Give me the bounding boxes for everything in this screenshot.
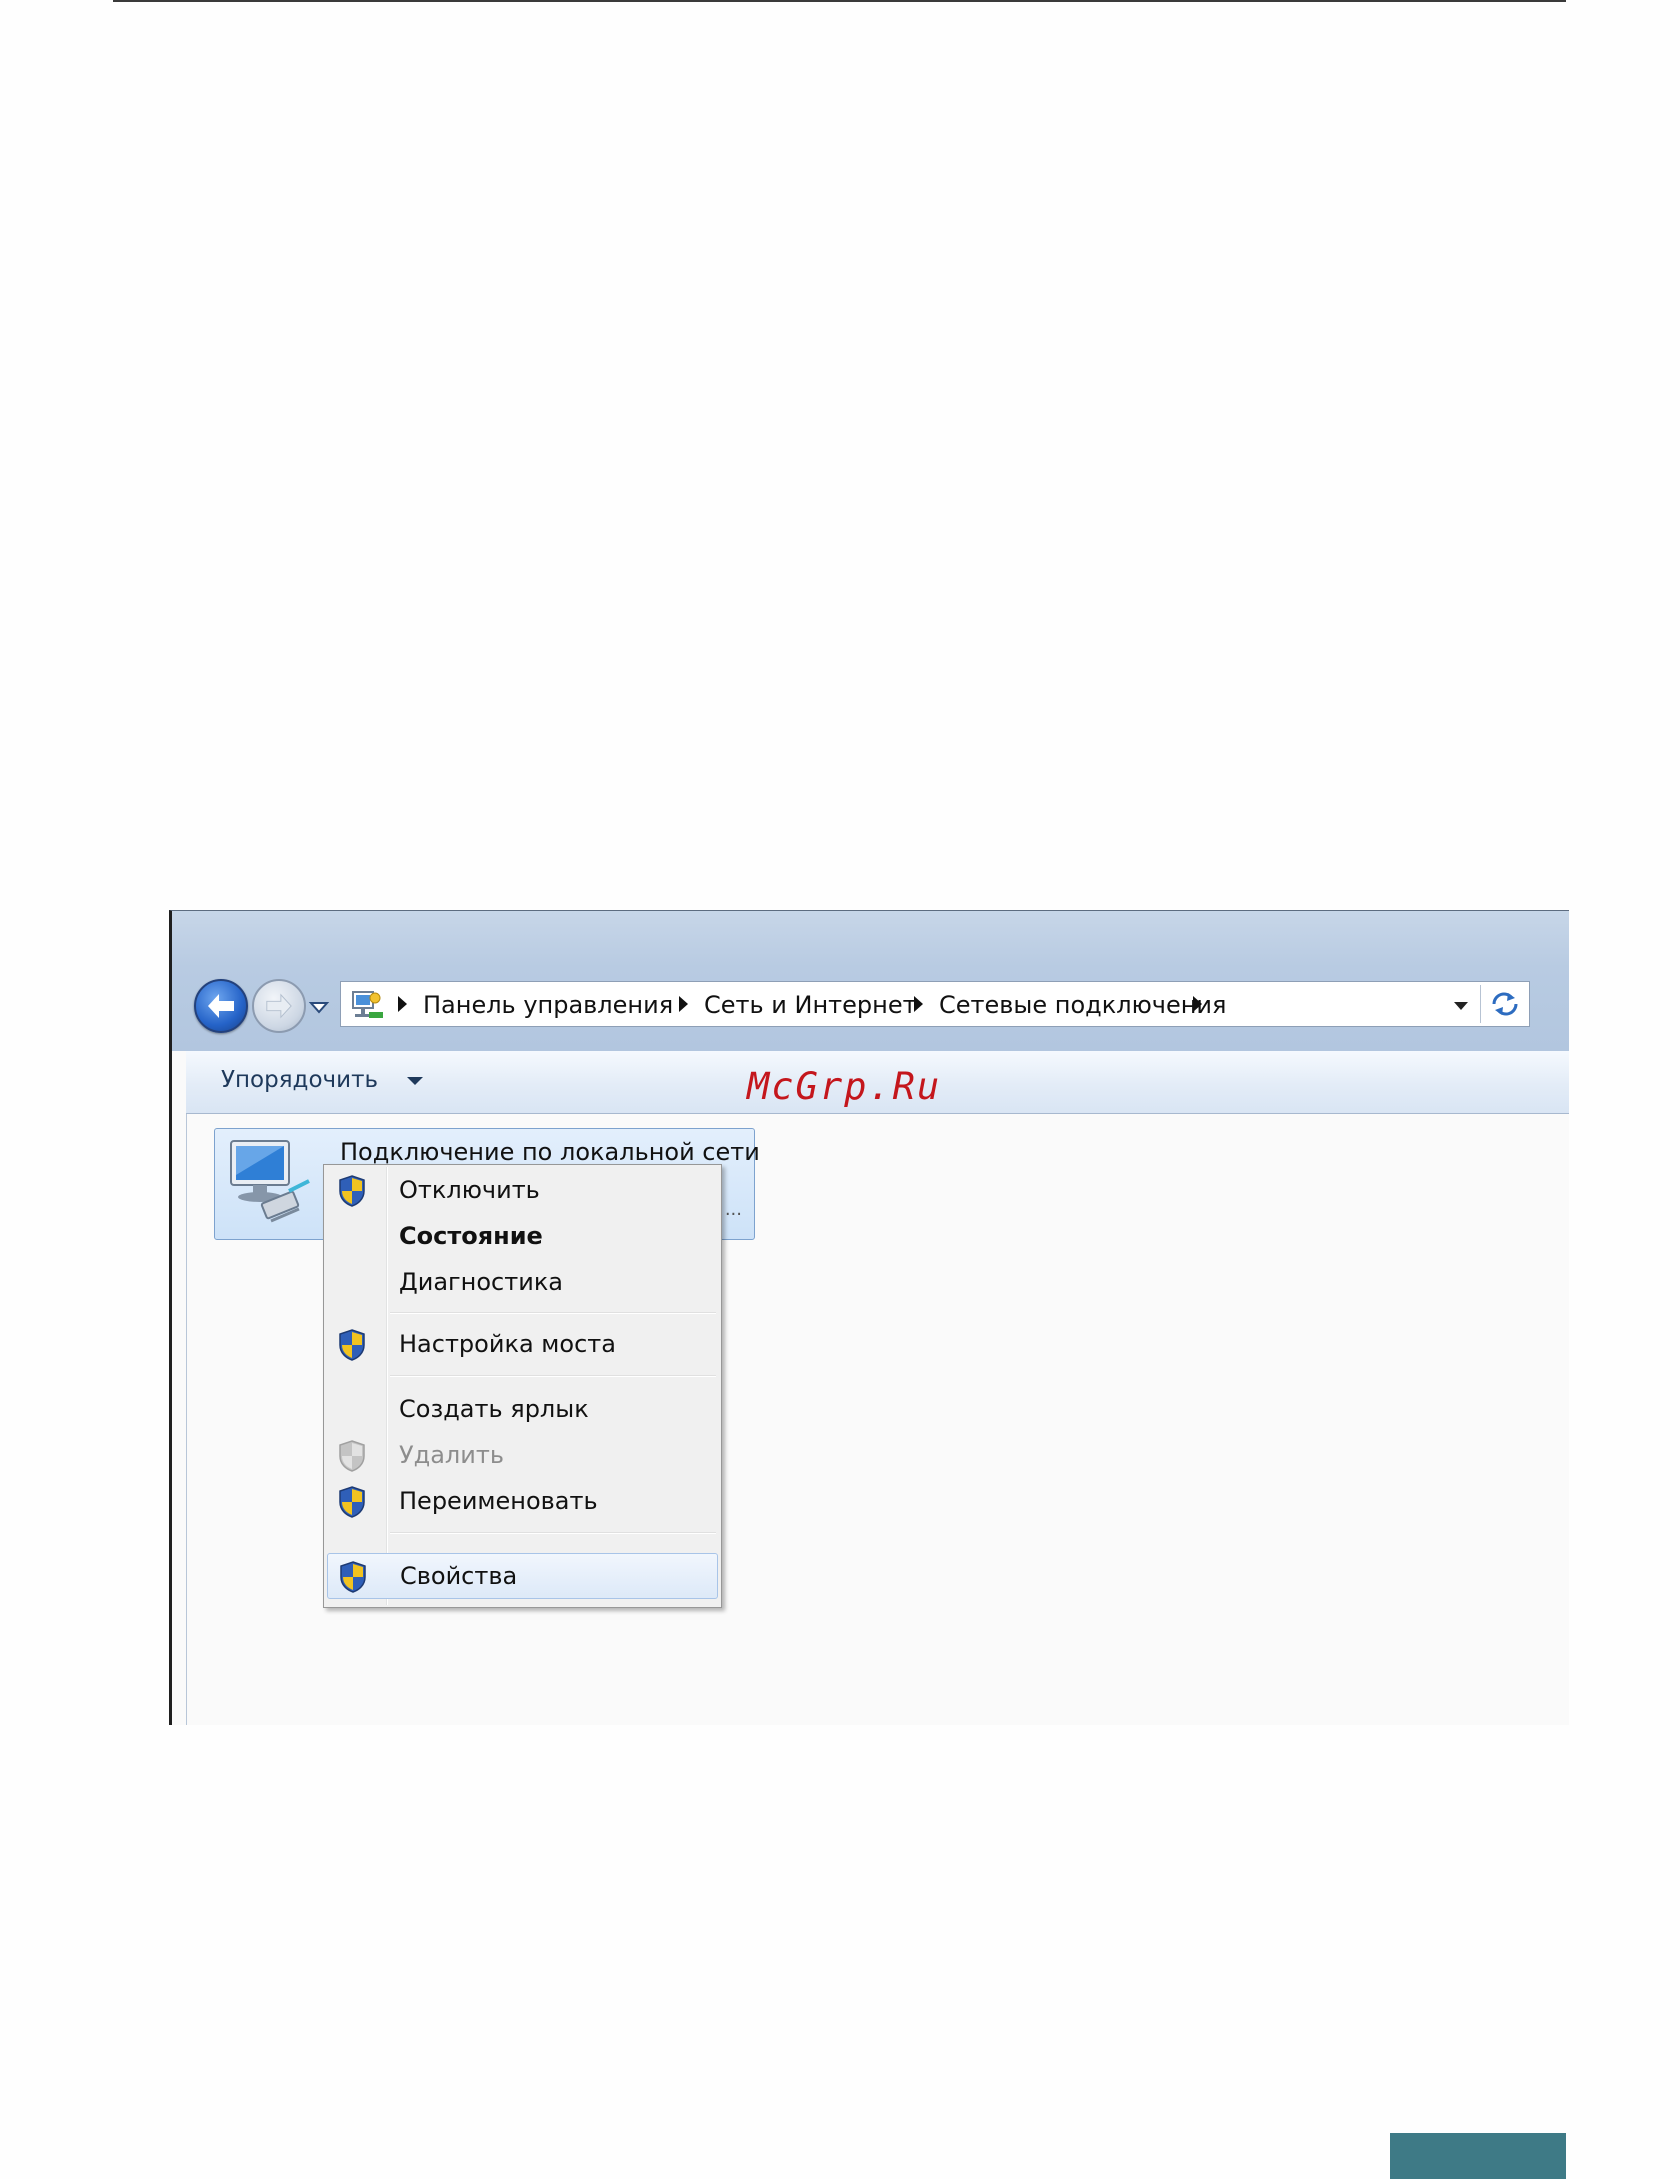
address-bar[interactable]: Панель управления Сеть и Интернет Сетевы… [340, 981, 1530, 1027]
menu-item-label: Состояние [399, 1222, 543, 1250]
recent-pages-button[interactable] [308, 997, 330, 1017]
breadcrumb-network-connections[interactable]: Сетевые подключения [939, 991, 1226, 1019]
window-chrome: Панель управления Сеть и Интернет Сетевы… [172, 911, 1569, 1051]
menu-separator [390, 1312, 716, 1314]
back-arrow-icon [208, 994, 234, 1018]
breadcrumb-network-internet[interactable]: Сеть и Интернет [704, 991, 917, 1019]
breadcrumb-separator[interactable] [398, 996, 407, 1012]
context-menu: Отключить Состояние Диагностика Настройк… [323, 1164, 722, 1608]
menu-item-label: Удалить [399, 1441, 504, 1469]
menu-item-label: Отключить [399, 1176, 540, 1204]
breadcrumb-control-panel[interactable]: Панель управления [423, 991, 673, 1019]
chevron-down-icon [308, 1002, 330, 1014]
network-adapter-icon [225, 1135, 315, 1235]
breadcrumb-separator[interactable] [679, 996, 688, 1012]
shield-icon [339, 1329, 365, 1361]
organize-menu-button[interactable]: Упорядочить [221, 1067, 378, 1093]
menu-item-properties[interactable]: Свойства [327, 1553, 718, 1599]
menu-item-label: Переименовать [399, 1487, 598, 1515]
refresh-icon [1492, 992, 1518, 1016]
page-top-rule [113, 0, 1566, 2]
shield-icon [339, 1440, 365, 1472]
menu-item-bridge-settings[interactable]: Настройка моста [327, 1322, 718, 1368]
menu-item-label: Свойства [400, 1562, 518, 1590]
menu-item-diagnose[interactable]: Диагностика [327, 1260, 718, 1306]
breadcrumb-separator[interactable] [914, 996, 923, 1012]
forward-button[interactable] [252, 979, 306, 1033]
chevron-down-icon[interactable] [407, 1077, 423, 1085]
menu-item-label: Настройка моста [399, 1330, 616, 1358]
menu-item-create-shortcut[interactable]: Создать ярлык [327, 1387, 718, 1433]
address-divider [1480, 985, 1481, 1023]
menu-separator [390, 1375, 716, 1377]
chevron-down-icon [1454, 1002, 1468, 1010]
shield-icon [339, 1175, 365, 1207]
page-corner-tab [1390, 2133, 1566, 2179]
watermark-text: McGrp.Ru [747, 1065, 942, 1108]
menu-item-status[interactable]: Состояние [327, 1214, 718, 1260]
menu-item-label: Диагностика [399, 1268, 564, 1296]
connection-details-ellipsis: ... [724, 1199, 742, 1220]
shield-icon [339, 1486, 365, 1518]
connection-title: Подключение по локальной сети [340, 1138, 760, 1166]
address-history-button[interactable] [1448, 995, 1474, 1015]
menu-separator [390, 1532, 716, 1534]
back-button[interactable] [194, 979, 248, 1033]
shield-icon [340, 1561, 366, 1593]
breadcrumb-separator[interactable] [1193, 996, 1202, 1012]
menu-item-delete: Удалить [327, 1433, 718, 1479]
refresh-button[interactable] [1487, 988, 1523, 1020]
menu-item-label: Создать ярлык [399, 1395, 589, 1423]
forward-arrow-icon [266, 993, 292, 1019]
menu-item-disable[interactable]: Отключить [327, 1168, 718, 1214]
network-connections-icon [349, 986, 385, 1022]
menu-item-rename[interactable]: Переименовать [327, 1479, 718, 1525]
